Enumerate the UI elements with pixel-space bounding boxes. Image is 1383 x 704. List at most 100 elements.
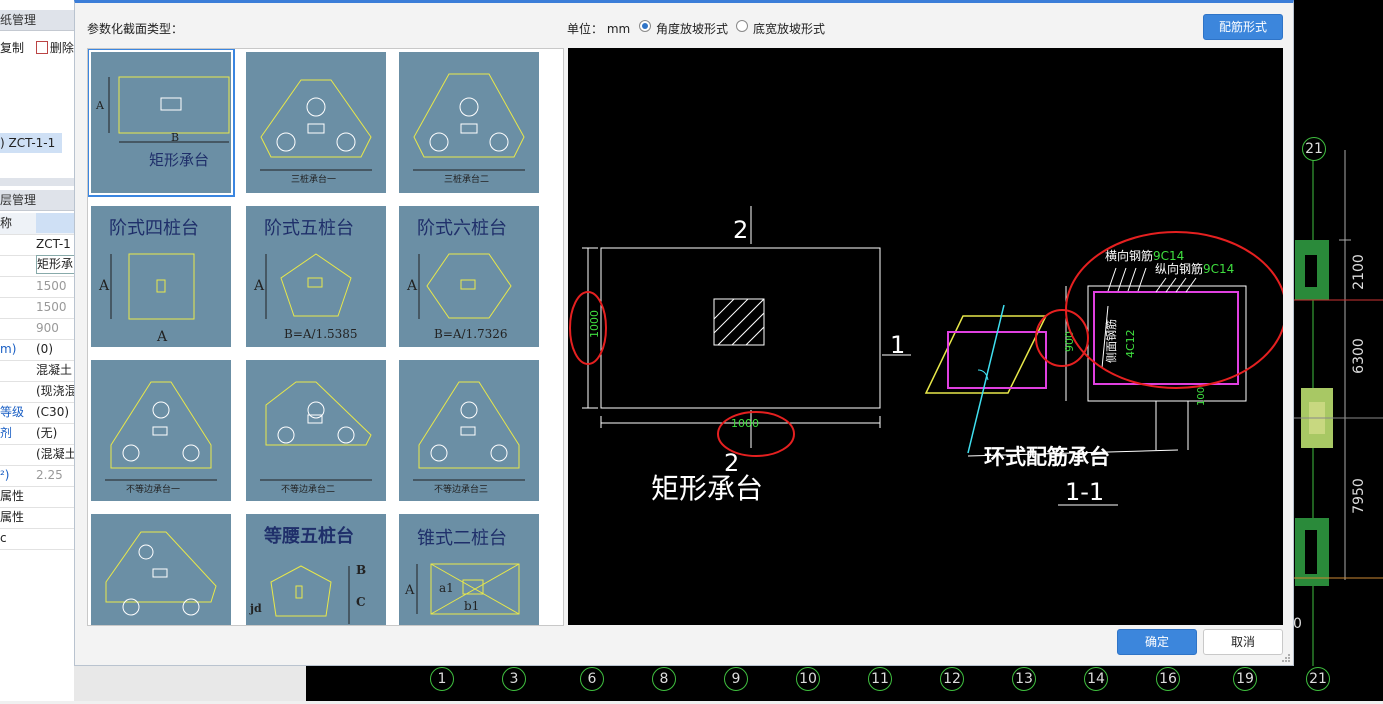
axis-label: 14 (1084, 667, 1108, 691)
dim-100: 100 (1196, 387, 1207, 406)
property-row[interactable]: 混凝土 (0, 360, 74, 382)
section-thumbnail[interactable]: 锥式二桩台 Aa1 b1 (399, 514, 539, 625)
properties-panel: 纸管理 复制 删除 ) ZCT-1-1 层管理 称 ZCT-1 矩形承 1500 150… (0, 0, 76, 701)
property-row[interactable]: (混凝土 (0, 444, 74, 466)
bg-dim-6300: 6300 (1351, 338, 1367, 374)
background-axis-strip (306, 666, 1383, 701)
thumb-label: A (404, 583, 415, 598)
section-thumbnail[interactable]: A B 矩形承台 (88, 49, 235, 197)
property-value[interactable] (36, 213, 74, 233)
property-value[interactable]: 2.25 (36, 465, 74, 486)
property-row[interactable]: c (0, 528, 74, 550)
property-row[interactable]: 等级 (C30) (0, 402, 74, 424)
property-value[interactable]: (混凝土 (36, 444, 74, 465)
rebar-form-button[interactable]: 配筋形式 (1203, 14, 1283, 40)
property-value[interactable]: (0) (36, 339, 74, 360)
property-name: m) (0, 342, 17, 356)
axis-label: 8 (652, 667, 676, 691)
property-value[interactable]: (C30) (36, 402, 74, 423)
rebar-side-value: 4C12 (1124, 329, 1137, 358)
dim-bottom: 1000 (731, 417, 759, 430)
axis-label: 21 (1306, 667, 1330, 691)
property-value[interactable]: 900 (36, 318, 74, 339)
property-value[interactable]: ZCT-1 (36, 234, 74, 255)
angle-slope-radio[interactable] (639, 20, 651, 32)
thumb-label: 三桩承台二 (444, 173, 489, 185)
bg-dim-2100: 2100 (1351, 254, 1367, 290)
section-thumbnail[interactable]: 不等边承台四 (91, 514, 231, 625)
section-thumbnail[interactable]: 不等边承台一 (91, 360, 231, 501)
copy-button[interactable]: 复制 (0, 41, 24, 55)
rebar-v-label: 纵向钢筋 (1155, 261, 1203, 276)
ok-button[interactable]: 确定 (1117, 629, 1197, 655)
property-row[interactable]: 1500 (0, 297, 74, 319)
section-thumbnail[interactable]: 不等边承台二 (246, 360, 386, 501)
section-thumbnail[interactable]: 三桩承台二 (399, 52, 539, 193)
thumb-label: 阶式四桩台 (109, 218, 199, 239)
section-mark-top: 2 (733, 216, 748, 244)
section-thumbnail[interactable]: 阶式六桩台 B=A/1.7326 A (399, 206, 539, 347)
property-name: 等级 (0, 405, 25, 419)
property-value[interactable]: 1500 (36, 276, 74, 297)
thumb-label: 锥式二桩台 (417, 528, 507, 549)
cancel-button[interactable]: 取消 (1203, 629, 1283, 655)
thumb-label: 等腰五桩台 (264, 525, 354, 547)
axis-label: 16 (1156, 667, 1180, 691)
property-row[interactable]: 1500 (0, 276, 74, 298)
delete-button[interactable]: 删除 (50, 41, 74, 55)
section-thumbnail[interactable]: 阶式五桩台 B=A/1.5385 A (246, 206, 386, 347)
property-value[interactable]: 1500 (36, 297, 74, 318)
thumb-label: A (253, 278, 265, 294)
property-value[interactable]: 混凝土 (36, 360, 74, 381)
section-thumbnail[interactable]: 不等边承台三 (399, 360, 539, 501)
thumb-label: C (356, 595, 366, 609)
property-row[interactable]: ²) 2.25 (0, 465, 74, 487)
gallery-scrollbar[interactable] (563, 61, 564, 311)
property-value[interactable]: (现浇混 (36, 381, 74, 402)
thumb-label: A (406, 278, 418, 294)
delete-icon[interactable] (35, 41, 48, 54)
property-row[interactable]: 属性 (0, 486, 74, 508)
background-cad-view: 2100 6300 7950 0 21 (1283, 0, 1383, 701)
section-thumbnail[interactable]: 三桩承台一 (246, 52, 386, 193)
rebar-h-value: 9C14 (1153, 249, 1184, 263)
svg-text:纵向钢筋9C14: 纵向钢筋9C14 (1155, 261, 1234, 276)
property-row[interactable]: 900 (0, 318, 74, 340)
axis-label: 13 (1012, 667, 1036, 691)
property-row[interactable]: 剂 (无) (0, 423, 74, 445)
property-name: ²) (0, 468, 10, 482)
width-slope-radio[interactable] (736, 20, 748, 32)
property-row[interactable]: ZCT-1 (0, 234, 74, 256)
section-thumbnail[interactable]: 阶式四桩台 A A (91, 206, 231, 347)
resize-grip-icon[interactable] (1281, 653, 1291, 663)
thumb-label: B=A/1.5385 (284, 327, 358, 341)
property-value[interactable]: (无) (36, 423, 74, 444)
property-row[interactable]: 矩形承 (0, 255, 76, 277)
angle-slope-label[interactable]: 角度放坡形式 (656, 20, 728, 37)
axis-label: 11 (868, 667, 892, 691)
panel-toolbar: 复制 删除 (0, 38, 74, 58)
property-row[interactable]: m) (0) (0, 339, 74, 361)
width-slope-label[interactable]: 底宽放坡形式 (753, 20, 825, 37)
property-value[interactable]: 矩形承 (36, 255, 76, 274)
thumb-label: 阶式六桩台 (417, 218, 507, 239)
property-name: 称 (0, 216, 13, 230)
thumb-label: jd (249, 602, 262, 615)
section-preview: 2 2 1 1000 1000 矩形承台 900 100 横向钢筋9C14 纵向… (568, 48, 1287, 625)
component-list-item[interactable]: ) ZCT-1-1 (0, 133, 62, 153)
property-row[interactable]: (现浇混 (0, 381, 74, 403)
property-row[interactable]: 称 (0, 213, 74, 235)
property-row[interactable]: 属性 (0, 507, 74, 529)
rebar-side-label: 侧面钢筋 (1104, 319, 1118, 363)
bg-dim-7950: 7950 (1351, 478, 1367, 514)
axis-label: 9 (724, 667, 748, 691)
thumb-label: A (95, 99, 105, 112)
section-type-label: 参数化截面类型： (87, 22, 184, 36)
section-thumbnail[interactable]: 等腰五桩台 B Cjd (246, 514, 386, 625)
axis-label: 10 (796, 667, 820, 691)
property-name: 属性 (0, 510, 25, 524)
property-name: c (0, 531, 7, 545)
axis-label: 1 (430, 667, 454, 691)
thumb-label: A (156, 329, 168, 345)
svg-text:横向钢筋9C14: 横向钢筋9C14 (1105, 248, 1184, 263)
